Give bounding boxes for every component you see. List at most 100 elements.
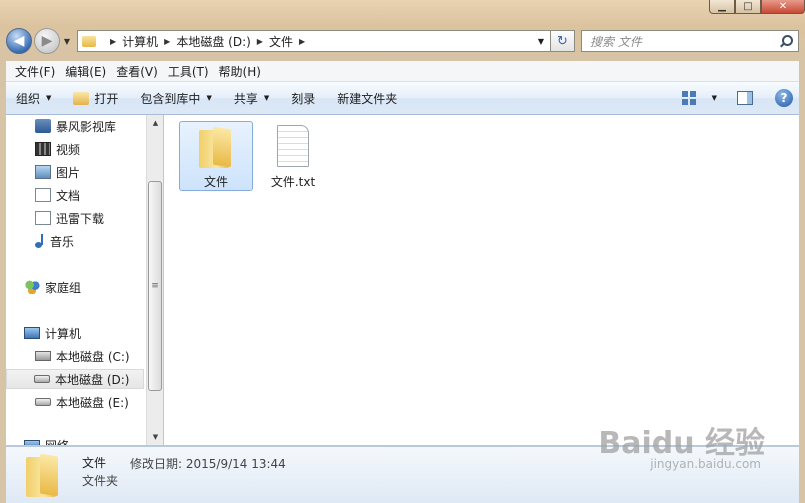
- sidebar-item-videos[interactable]: 视频: [35, 139, 80, 159]
- sidebar-item-label: 图片: [56, 165, 81, 180]
- sidebar-item-label: 本地磁盘 (D:): [55, 372, 130, 387]
- search-placeholder: 搜索 文件: [590, 34, 642, 49]
- scroll-thumb[interactable]: ≡: [148, 181, 162, 391]
- search-icon[interactable]: [780, 35, 793, 47]
- organize-button[interactable]: 组织 ▼: [16, 90, 51, 107]
- sidebar-item-documents[interactable]: 文档: [35, 185, 80, 205]
- recent-pages-dropdown[interactable]: ▼: [61, 37, 73, 46]
- new-folder-button[interactable]: 新建文件夹: [337, 90, 397, 107]
- menu-help[interactable]: 帮助(H): [214, 63, 266, 80]
- include-in-library-button[interactable]: 包含到库中 ▼: [140, 90, 211, 107]
- sidebar-item-drive-e[interactable]: 本地磁盘 (E:): [35, 392, 129, 412]
- sidebar-item-music[interactable]: 音乐: [35, 231, 74, 251]
- sidebar-item-xunlei-downloads[interactable]: 迅雷下载: [35, 208, 104, 228]
- sidebar-item-label: 本地磁盘 (C:): [56, 349, 130, 364]
- open-folder-icon: [73, 91, 90, 105]
- menu-edit[interactable]: 编辑(E): [60, 63, 111, 80]
- sidebar-item-homegroup[interactable]: 家庭组: [24, 277, 81, 297]
- baidu-watermark-url: jingyan.baidu.com: [650, 457, 761, 471]
- share-label: 共享: [233, 91, 258, 106]
- address-bar[interactable]: ▶ 计算机 ▶ 本地磁盘 (D:) ▶ 文件 ▶ ▼: [77, 30, 551, 52]
- close-button[interactable]: ✕: [761, 0, 805, 14]
- file-item-txt[interactable]: 文件.txt: [256, 121, 330, 191]
- sidebar-item-label: 迅雷下载: [56, 211, 105, 226]
- back-button[interactable]: ◀: [6, 28, 32, 54]
- sidebar-item-drive-d[interactable]: 本地磁盘 (D:): [6, 369, 144, 389]
- menu-file[interactable]: 文件(F): [10, 63, 60, 80]
- navigation-bar: ◀ ▶ ▼ ▶ 计算机 ▶ 本地磁盘 (D:) ▶ 文件 ▶ ▼ ↻ 搜索 文件: [6, 27, 799, 55]
- organize-label: 组织: [16, 91, 41, 106]
- details-modified-date: 修改日期: 2015/9/14 13:44: [130, 457, 286, 471]
- library-icon: [35, 119, 51, 133]
- caret-down-icon: ▼: [206, 94, 212, 102]
- folder-icon: [26, 453, 60, 497]
- view-options-dropdown[interactable]: ▼: [712, 94, 717, 102]
- new-folder-label: 新建文件夹: [337, 91, 398, 106]
- music-icon: [35, 234, 45, 248]
- command-bar: 组织 ▼ 打开 包含到库中 ▼ 共享 ▼ 刻录 新建文件夹 ▼ ?: [6, 82, 799, 115]
- search-input[interactable]: 搜索 文件: [581, 30, 799, 52]
- caret-down-icon: ▼: [46, 94, 52, 102]
- file-name: 文件.txt: [270, 175, 316, 189]
- explorer-window: ▁ □ ✕ ◀ ▶ ▼ ▶ 计算机 ▶ 本地磁盘 (D:) ▶ 文件 ▶ ▼ ↻…: [0, 0, 805, 503]
- chevron-right-icon[interactable]: ▶: [164, 37, 170, 46]
- sidebar-item-label: 家庭组: [45, 280, 82, 295]
- open-button[interactable]: 打开: [73, 90, 118, 107]
- menu-tools[interactable]: 工具(T): [163, 63, 214, 80]
- burn-button[interactable]: 刻录: [291, 90, 315, 107]
- menu-view[interactable]: 查看(V): [111, 63, 163, 80]
- preview-pane-icon[interactable]: [737, 91, 753, 105]
- details-item-name: 文件: [82, 456, 107, 470]
- sidebar-item-pictures[interactable]: 图片: [35, 162, 80, 182]
- breadcrumb-computer[interactable]: 计算机: [122, 33, 158, 50]
- address-dropdown[interactable]: ▼: [532, 37, 550, 46]
- file-name: 文件: [203, 175, 228, 189]
- network-icon: [24, 440, 40, 445]
- pictures-icon: [35, 165, 51, 179]
- sidebar-item-computer[interactable]: 计算机: [24, 323, 81, 343]
- sidebar-item-label: 文档: [56, 188, 81, 203]
- video-icon: [35, 142, 51, 156]
- sidebar-item-label: 计算机: [45, 326, 82, 341]
- include-library-label: 包含到库中: [140, 91, 201, 106]
- open-label: 打开: [94, 91, 119, 106]
- help-icon[interactable]: ?: [775, 89, 793, 107]
- file-item-folder[interactable]: 文件: [179, 121, 253, 191]
- maximize-button[interactable]: □: [735, 0, 761, 14]
- navigation-pane: 暴风影视库 视频 图片 文档 迅雷下载 音乐 家庭组 计算机 本地磁盘 (C:)…: [6, 115, 146, 445]
- details-item-type: 文件夹: [82, 474, 119, 488]
- breadcrumb-drive-d[interactable]: 本地磁盘 (D:): [176, 33, 250, 50]
- burn-label: 刻录: [291, 91, 316, 106]
- breadcrumb-folder[interactable]: 文件: [269, 33, 293, 50]
- scroll-up-arrow[interactable]: ▲: [147, 115, 164, 131]
- drive-c-icon: [35, 351, 51, 361]
- sidebar-item-label: 暴风影视库: [56, 119, 117, 134]
- change-view-icon[interactable]: [681, 91, 696, 105]
- minimize-button[interactable]: ▁: [709, 0, 735, 14]
- forward-button[interactable]: ▶: [34, 28, 60, 54]
- navigation-scrollbar[interactable]: ▲ ≡ ▼: [146, 115, 163, 445]
- download-icon: [35, 211, 51, 225]
- refresh-button[interactable]: ↻: [551, 30, 575, 52]
- sidebar-item-drive-c[interactable]: 本地磁盘 (C:): [35, 346, 130, 366]
- drive-icon: [34, 375, 50, 383]
- homegroup-icon: [24, 280, 40, 294]
- menu-bar: 文件(F) 编辑(E) 查看(V) 工具(T) 帮助(H): [6, 61, 799, 82]
- sidebar-item-network[interactable]: 网络: [24, 435, 69, 445]
- caret-down-icon: ▼: [263, 94, 270, 102]
- folder-icon: [199, 126, 233, 168]
- chevron-right-icon[interactable]: ▶: [257, 37, 263, 46]
- file-list-view: 文件 文件.txt: [164, 115, 799, 445]
- folder-icon: [82, 35, 96, 47]
- chevron-right-icon[interactable]: ▶: [110, 37, 116, 46]
- toolbar-right-group: ▼ ?: [681, 89, 799, 107]
- computer-icon: [24, 327, 40, 339]
- sidebar-item-label: 本地磁盘 (E:): [56, 395, 129, 410]
- sidebar-item-baofeng-library[interactable]: 暴风影视库: [35, 116, 116, 136]
- sidebar-item-label: 音乐: [50, 234, 75, 249]
- share-button[interactable]: 共享 ▼: [234, 90, 269, 107]
- chevron-right-icon[interactable]: ▶: [299, 37, 305, 46]
- drive-icon: [35, 398, 51, 406]
- scroll-down-arrow[interactable]: ▼: [147, 429, 164, 445]
- documents-icon: [35, 188, 51, 202]
